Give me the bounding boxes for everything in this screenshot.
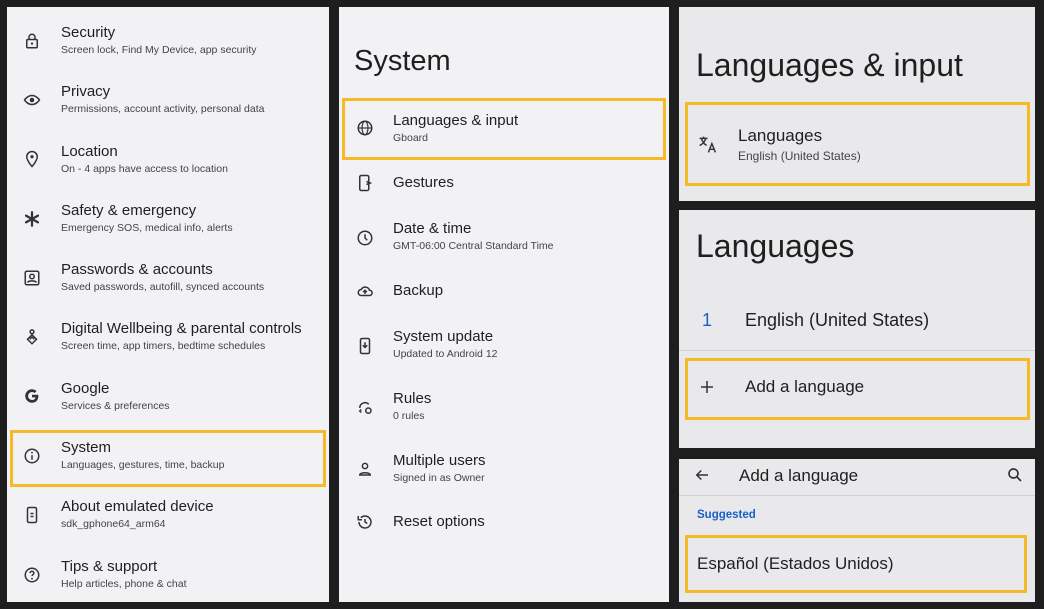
globe-icon xyxy=(355,118,375,138)
item-title: Tips & support xyxy=(61,558,158,575)
asterisk-icon xyxy=(22,209,42,229)
system-item-date-time[interactable]: Date & time GMT-06:00 Central Standard T… xyxy=(339,215,669,261)
item-title: Passwords & accounts xyxy=(61,261,213,278)
page-title: Languages & input xyxy=(696,47,963,83)
system-panel: System Languages & input Gboard Gestures… xyxy=(339,7,669,602)
section-header: Suggested xyxy=(697,509,756,521)
lock-icon xyxy=(22,31,42,51)
settings-item-passwords[interactable]: Passwords & accounts Saved passwords, au… xyxy=(7,256,329,302)
help-icon xyxy=(22,565,42,585)
settings-item-tips-support[interactable]: Tips & support Help articles, phone & ch… xyxy=(7,553,329,599)
languages-input-panel: Languages & input Languages English (Uni… xyxy=(679,7,1035,201)
eye-icon xyxy=(22,90,42,110)
cloud-upload-icon xyxy=(355,281,375,301)
item-subtitle: Gboard xyxy=(393,132,429,144)
page-title: System xyxy=(354,45,451,77)
item-subtitle: sdk_gphone64_arm64 xyxy=(61,518,166,530)
item-title: System update xyxy=(393,328,494,345)
item-subtitle: Updated to Android 12 xyxy=(393,348,498,360)
item-title: Location xyxy=(61,143,118,160)
settings-item-security[interactable]: Security Screen lock, Find My Device, ap… xyxy=(7,19,329,65)
person-icon xyxy=(355,459,375,479)
history-icon xyxy=(355,512,375,532)
item-subtitle: English (United States) xyxy=(738,149,861,163)
location-pin-icon xyxy=(22,149,42,169)
language-suggestion-item[interactable]: Español (Estados Unidos) xyxy=(679,539,1035,591)
language-suggestion-label: Español (Estados Unidos) xyxy=(697,554,894,573)
add-language-label: Add a language xyxy=(745,377,865,396)
settings-item-safety[interactable]: Safety & emergency Emergency SOS, medica… xyxy=(7,197,329,243)
item-subtitle: Emergency SOS, medical info, alerts xyxy=(61,222,233,234)
system-item-gestures[interactable]: Gestures xyxy=(339,165,669,201)
item-subtitle: Help articles, phone & chat xyxy=(61,578,187,590)
system-item-multiple-users[interactable]: Multiple users Signed in as Owner xyxy=(339,447,669,493)
language-rank: 1 xyxy=(702,310,713,330)
item-subtitle: Languages, gestures, time, backup xyxy=(61,459,225,471)
divider xyxy=(679,350,1035,351)
system-item-rules[interactable]: Rules 0 rules xyxy=(339,385,669,431)
system-item-backup[interactable]: Backup xyxy=(339,273,669,309)
item-title: Gestures xyxy=(393,174,454,191)
item-title: Digital Wellbeing & parental controls xyxy=(61,320,302,337)
item-title: Google xyxy=(61,380,110,397)
item-subtitle: Saved passwords, autofill, synced accoun… xyxy=(61,281,265,293)
rules-icon xyxy=(355,398,375,418)
back-arrow-icon[interactable] xyxy=(692,465,712,485)
system-update-icon xyxy=(355,336,375,356)
item-title: Languages xyxy=(738,126,823,145)
system-item-reset-options[interactable]: Reset options xyxy=(339,505,669,541)
item-subtitle: 0 rules xyxy=(393,410,425,422)
wellbeing-icon xyxy=(22,327,42,347)
item-title: Multiple users xyxy=(393,452,486,469)
item-subtitle: Services & preferences xyxy=(61,400,170,412)
gestures-icon xyxy=(355,173,375,193)
page-title: Languages xyxy=(696,228,855,264)
item-title: Languages & input xyxy=(393,112,519,129)
search-icon[interactable] xyxy=(1005,465,1025,485)
item-title: Privacy xyxy=(61,83,111,100)
item-title: Backup xyxy=(393,282,444,299)
clock-icon xyxy=(355,228,375,248)
page-title: Add a language xyxy=(739,466,859,485)
settings-item-google[interactable]: Google Services & preferences xyxy=(7,375,329,421)
item-title: Reset options xyxy=(393,513,485,530)
item-title: About emulated device xyxy=(61,498,214,515)
item-subtitle: Screen time, app timers, bedtime schedul… xyxy=(61,340,266,352)
add-language-panel: Add a language Suggested Español (Estado… xyxy=(679,459,1035,602)
system-item-system-update[interactable]: System update Updated to Android 12 xyxy=(339,323,669,369)
translate-icon xyxy=(696,133,718,155)
item-title: Date & time xyxy=(393,220,472,237)
item-title: System xyxy=(61,439,112,456)
item-title: Safety & emergency xyxy=(61,202,197,219)
item-subtitle: GMT-06:00 Central Standard Time xyxy=(393,240,554,252)
item-subtitle: Permissions, account activity, personal … xyxy=(61,103,265,115)
item-subtitle: Signed in as Owner xyxy=(393,472,485,484)
settings-item-digital-wellbeing[interactable]: Digital Wellbeing & parental controls Sc… xyxy=(7,315,329,361)
item-title: Rules xyxy=(393,390,432,407)
language-row[interactable]: 1 English (United States) xyxy=(679,300,1035,340)
settings-item-system[interactable]: System Languages, gestures, time, backup xyxy=(7,434,329,480)
system-item-languages-input[interactable]: Languages & input Gboard xyxy=(339,102,669,158)
settings-item-privacy[interactable]: Privacy Permissions, account activity, p… xyxy=(7,78,329,124)
item-subtitle: On - 4 apps have access to location xyxy=(61,163,228,175)
languages-panel: Languages 1 English (United States) Add … xyxy=(679,210,1035,448)
item-subtitle: Screen lock, Find My Device, app securit… xyxy=(61,44,257,56)
language-name: English (United States) xyxy=(745,310,930,330)
account-box-icon xyxy=(22,268,42,288)
divider xyxy=(679,495,1035,496)
google-g-icon xyxy=(22,386,42,406)
device-icon xyxy=(22,505,42,525)
app-bar: Add a language xyxy=(679,459,1035,491)
item-title: Security xyxy=(61,24,116,41)
settings-panel: Security Screen lock, Find My Device, ap… xyxy=(7,7,329,602)
plus-icon xyxy=(697,377,717,397)
languages-item[interactable]: Languages English (United States) xyxy=(679,107,1035,185)
settings-item-location[interactable]: Location On - 4 apps have access to loca… xyxy=(7,138,329,184)
add-language-button[interactable]: Add a language xyxy=(679,362,1035,412)
info-icon xyxy=(22,446,42,466)
settings-item-about-device[interactable]: About emulated device sdk_gphone64_arm64 xyxy=(7,493,329,539)
